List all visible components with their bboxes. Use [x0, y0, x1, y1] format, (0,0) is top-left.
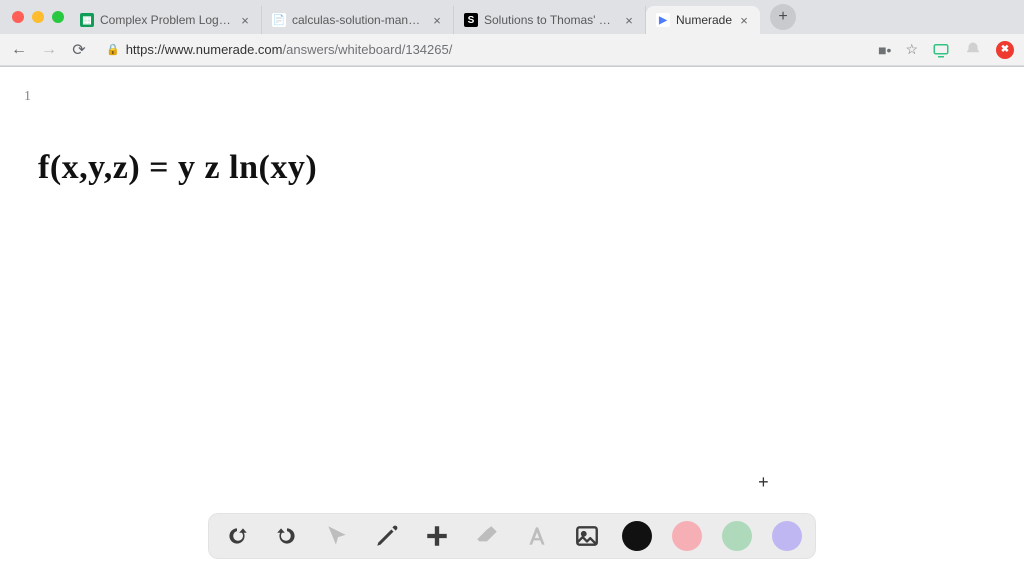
- pointer-tool[interactable]: [322, 521, 352, 551]
- reload-button[interactable]: ⟳: [70, 40, 88, 60]
- address-bar[interactable]: 🔒 https://www.numerade.com/answers/white…: [100, 42, 866, 57]
- add-tool[interactable]: [422, 521, 452, 551]
- eraser-tool[interactable]: [472, 521, 502, 551]
- text-tool[interactable]: [522, 521, 552, 551]
- forward-button[interactable]: →: [40, 41, 58, 59]
- tab-label: calculas-solution-manual-real: [292, 13, 425, 27]
- color-green[interactable]: [722, 521, 752, 551]
- document-icon: 📄: [272, 13, 286, 27]
- browser-toolbar: ← → ⟳ 🔒 https://www.numerade.com/answers…: [0, 34, 1024, 66]
- image-tool[interactable]: [572, 521, 602, 551]
- tab-strip: ▦ Complex Problem Log_Brittany × 📄 calcu…: [0, 0, 1024, 34]
- minimize-window-button[interactable]: [32, 11, 44, 23]
- close-icon[interactable]: ×: [738, 14, 750, 27]
- whiteboard-page: 1 f(x,y,z) = y z ln(xy) +: [0, 67, 1024, 569]
- camera-icon[interactable]: ■•: [878, 42, 891, 58]
- extension-icon-2[interactable]: [964, 41, 982, 59]
- slide-number: 1: [24, 89, 31, 105]
- url-text: https://www.numerade.com/answers/whitebo…: [126, 42, 453, 57]
- tab-calculus-solution-manual[interactable]: 📄 calculas-solution-manual-real ×: [262, 6, 454, 34]
- maximize-window-button[interactable]: [52, 11, 64, 23]
- tab-label: Complex Problem Log_Brittany: [100, 13, 233, 27]
- redo-button[interactable]: [272, 521, 302, 551]
- extension-icon-1[interactable]: [932, 41, 950, 59]
- handwritten-equation: f(x,y,z) = y z ln(xy): [38, 149, 317, 187]
- bookmark-star-icon[interactable]: ☆: [905, 41, 918, 58]
- toolbar-right: ■• ☆ ✖: [878, 41, 1014, 59]
- tab-solutions-thomas-calculus[interactable]: S Solutions to Thomas' Calculus ×: [454, 6, 646, 34]
- color-black[interactable]: [622, 521, 652, 551]
- crosshair-cursor-icon: +: [758, 474, 769, 494]
- pen-tool[interactable]: [372, 521, 402, 551]
- slader-icon: S: [464, 13, 478, 27]
- tab-label: Numerade: [676, 13, 732, 27]
- tab-numerade[interactable]: ▶ Numerade ×: [646, 6, 760, 34]
- sheets-icon: ▦: [80, 13, 94, 27]
- window-controls: [12, 11, 64, 23]
- back-button[interactable]: ←: [10, 41, 28, 59]
- tab-label: Solutions to Thomas' Calculus: [484, 13, 617, 27]
- lock-icon: 🔒: [106, 43, 120, 56]
- numerade-icon: ▶: [656, 13, 670, 27]
- close-icon[interactable]: ×: [623, 14, 635, 27]
- close-icon[interactable]: ×: [239, 14, 251, 27]
- extension-icon-3[interactable]: ✖: [996, 41, 1014, 59]
- new-tab-button[interactable]: +: [770, 4, 796, 30]
- color-purple[interactable]: [772, 521, 802, 551]
- tab-complex-problem-log[interactable]: ▦ Complex Problem Log_Brittany ×: [70, 6, 262, 34]
- browser-chrome: ▦ Complex Problem Log_Brittany × 📄 calcu…: [0, 0, 1024, 67]
- close-icon[interactable]: ×: [431, 14, 443, 27]
- close-window-button[interactable]: [12, 11, 24, 23]
- color-pink[interactable]: [672, 521, 702, 551]
- undo-button[interactable]: [222, 521, 252, 551]
- whiteboard-toolbar: [208, 513, 816, 559]
